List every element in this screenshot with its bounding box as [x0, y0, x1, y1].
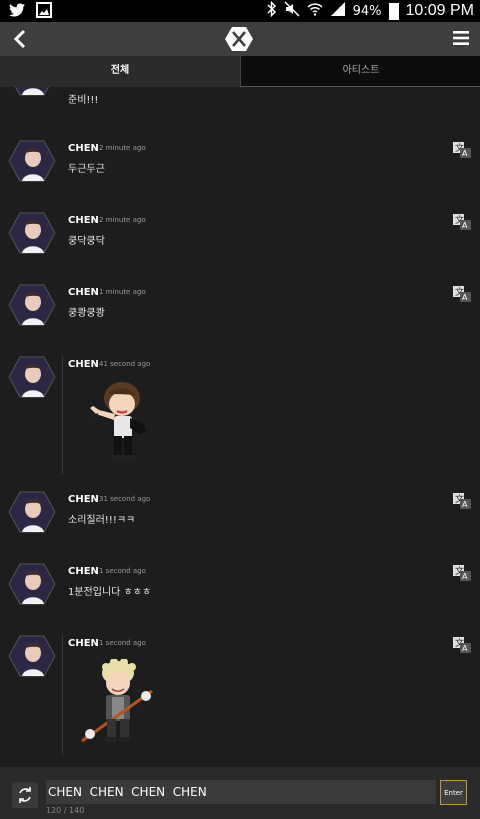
- bluetooth-icon: [267, 0, 277, 21]
- message-text: 쿵쾅쿵쾅: [68, 308, 105, 319]
- thread-line: [62, 635, 63, 755]
- chat-input-bar: Enter 120 / 140: [0, 767, 480, 819]
- wifi-icon: [307, 2, 323, 20]
- translate-icon[interactable]: 文 A: [452, 564, 472, 582]
- message-input[interactable]: [46, 780, 436, 804]
- translate-icon[interactable]: 文 A: [452, 213, 472, 231]
- tab-bar: 전체 아티스트: [0, 56, 480, 87]
- avatar[interactable]: [8, 491, 56, 533]
- translate-icon[interactable]: 文 A: [452, 285, 472, 303]
- timestamp: 41 second ago: [99, 360, 151, 368]
- signal-icon: [330, 2, 346, 20]
- translate-icon[interactable]: 文 A: [452, 141, 472, 159]
- author-name: CHEN: [68, 143, 99, 154]
- message-text: 1분전입니다 ㅎㅎㅎ: [68, 587, 152, 598]
- author-name: CHEN: [68, 638, 99, 649]
- avatar[interactable]: [8, 87, 56, 96]
- tab-artist[interactable]: 아티스트: [240, 56, 480, 87]
- thread-line: [62, 356, 63, 474]
- svg-text:A: A: [462, 644, 468, 653]
- svg-text:A: A: [462, 572, 468, 581]
- avatar[interactable]: [8, 356, 56, 398]
- tab-all[interactable]: 전체: [0, 56, 240, 87]
- enter-button[interactable]: Enter: [440, 780, 467, 805]
- avatar[interactable]: [8, 284, 56, 326]
- timestamp: 1 second ago: [99, 639, 146, 647]
- battery-icon: [388, 2, 399, 20]
- app-bar: [0, 22, 480, 56]
- author-name: CHEN: [68, 494, 99, 505]
- message-text: 두근두근: [68, 164, 105, 175]
- message-text: 소리질러!!!ㅋㅋ: [68, 515, 136, 526]
- avatar[interactable]: [8, 212, 56, 254]
- back-arrow-icon[interactable]: [10, 28, 32, 50]
- svg-text:A: A: [462, 221, 468, 230]
- author-name: CHEN: [68, 287, 99, 298]
- avatar[interactable]: [8, 140, 56, 182]
- mute-icon: [284, 1, 300, 21]
- timestamp: 31 second ago: [99, 495, 151, 503]
- svg-text:A: A: [462, 293, 468, 302]
- timestamp: 2 minute ago: [99, 216, 146, 224]
- character-counter: 120 / 140: [46, 806, 85, 815]
- clock: 10:09 PM: [405, 2, 474, 19]
- exo-logo-icon[interactable]: [224, 26, 254, 52]
- message-feed[interactable]: 준비!!! CHEN 2 minute ago 두근두근 文 A CHEN 2 …: [0, 87, 480, 767]
- avatar[interactable]: [8, 635, 56, 677]
- translate-icon[interactable]: 文 A: [452, 636, 472, 654]
- author-name: CHEN: [68, 566, 99, 577]
- message-text: 쿵닥쿵닥: [68, 236, 105, 247]
- svg-text:A: A: [462, 149, 468, 158]
- battery-percent: 94%: [352, 3, 382, 19]
- refresh-button[interactable]: [12, 782, 38, 808]
- timestamp: 1 second ago: [99, 567, 146, 575]
- cartoon-sticker-staff: [81, 659, 153, 743]
- avatar[interactable]: [8, 563, 56, 605]
- author-name: CHEN: [68, 359, 99, 370]
- cartoon-sticker-pointing: [89, 382, 146, 460]
- message-text: 준비!!!: [68, 95, 99, 106]
- twitter-icon: [8, 2, 26, 22]
- author-name: CHEN: [68, 215, 99, 226]
- status-bar: 94% 10:09 PM: [0, 0, 480, 22]
- timestamp: 1 minute ago: [99, 288, 146, 296]
- svg-text:A: A: [462, 500, 468, 509]
- refresh-icon: [19, 787, 31, 803]
- gallery-icon: [36, 2, 52, 22]
- translate-icon[interactable]: 文 A: [452, 492, 472, 510]
- timestamp: 2 minute ago: [99, 144, 146, 152]
- hamburger-menu-icon[interactable]: [452, 29, 470, 47]
